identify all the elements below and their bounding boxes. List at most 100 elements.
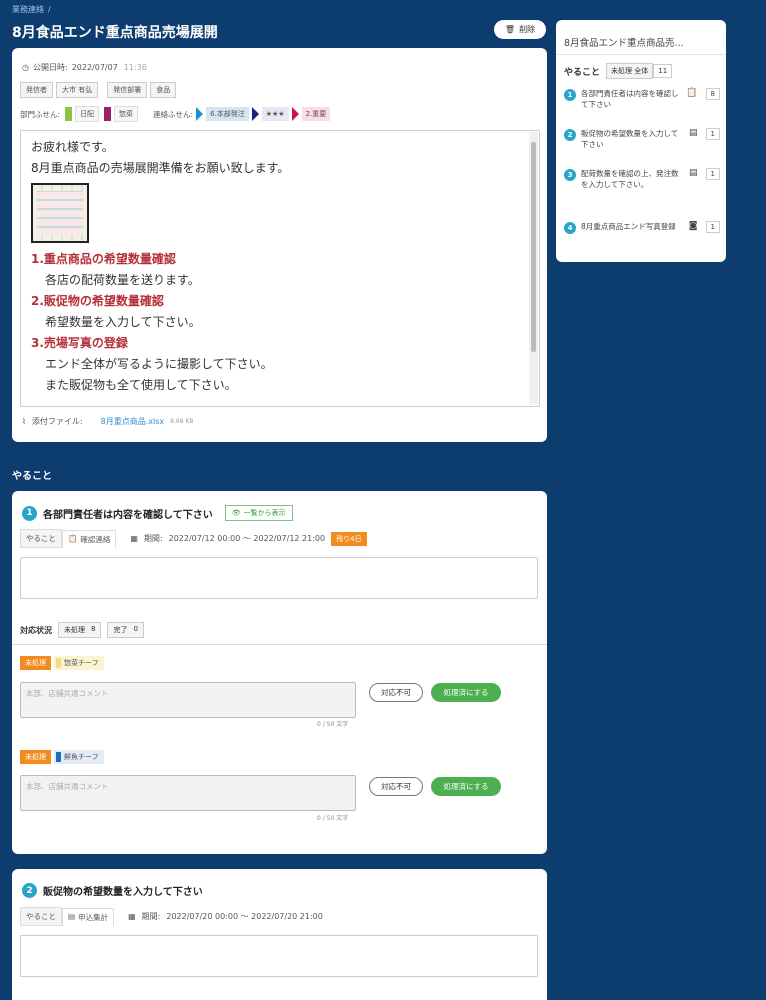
tab-confirm[interactable]: 📋 確認連絡: [62, 529, 117, 548]
task-title: 販促物の希望数量を入力して下さい: [43, 887, 203, 898]
tab-todo[interactable]: やること: [20, 907, 62, 926]
breadcrumb-link[interactable]: 業務連絡: [12, 5, 44, 14]
eye-icon: 👁: [231, 509, 241, 517]
task-number: 4: [564, 222, 576, 234]
team-name: 惣菜チーフ: [64, 659, 99, 667]
contact-fusen-tag: 6.本部発注: [206, 107, 249, 121]
team-color-swatch: [56, 658, 61, 668]
team-tag: 惣菜チーフ: [54, 656, 104, 670]
status-label: 対応状況: [20, 625, 52, 635]
section-text: また販促物も全て使用して下さい。: [45, 378, 237, 392]
sidebar-todo-header: やること 未処理 全体 11: [564, 63, 673, 79]
attachment-label: 添付ファイル:: [31, 417, 83, 426]
done-count[interactable]: 完了 0: [107, 622, 144, 638]
divider: [12, 644, 547, 645]
response-status-badge: 未処理: [20, 656, 51, 670]
publish-date: 2022/07/07: [71, 63, 118, 72]
tab-todo[interactable]: やること: [20, 529, 62, 548]
sidebar-title: 8月食品エンド重点商品売...: [564, 38, 684, 49]
divider: [556, 54, 726, 55]
task-number: 1: [564, 89, 576, 101]
breadcrumb-separator: /: [48, 5, 51, 14]
sidebar-task-count: 1: [705, 168, 720, 180]
sidebar-task-item[interactable]: 1 各部門責任者は内容を確認して下さい 📋 8: [564, 88, 720, 110]
done-number: 0: [133, 625, 138, 633]
sidebar-task-item[interactable]: 3 配荷数量を確認の上、発注数を入力して下さい。 ▤ 1: [564, 168, 720, 190]
calculator-icon: ▤: [689, 168, 698, 178]
unprocessed-label: 未処理: [64, 626, 85, 634]
task-number: 2: [22, 883, 37, 898]
response-status-badge: 未処理: [20, 750, 51, 764]
task-note-box: [20, 935, 538, 977]
task-title: 各部門責任者は内容を確認して下さい: [43, 509, 213, 521]
remaining-badge: 残り4日: [331, 531, 367, 546]
store-shelf-image[interactable]: [31, 183, 89, 243]
publish-meta: ◷ 公開日時: 2022/07/07 11:36: [22, 62, 147, 73]
sidebar-task-item[interactable]: 4 8月重点商品エンド写真登録 ◙ 1: [564, 221, 720, 234]
dept-fusen-swatch: [65, 107, 73, 121]
show-list-label: 一覧から表示: [243, 509, 286, 517]
status-summary: 対応状況 未処理 8 完了 0: [20, 622, 144, 638]
response-row-header: 未処理 惣菜チーフ: [20, 656, 104, 670]
sidebar-task-count: 8: [705, 88, 720, 100]
sidebar-task-text: 配荷数量を確認の上、発注数を入力して下さい。: [581, 169, 679, 189]
sidebar-todo-panel: 8月食品エンド重点商品売... やること 未処理 全体 11 1 各部門責任者は…: [556, 20, 726, 262]
tab-aggregate-label: 申込集計: [78, 912, 109, 922]
section-text: 希望数量を入力して下さい。: [45, 315, 201, 329]
response-row-header: 未処理 鮮魚チーフ: [20, 750, 104, 764]
announcement-card: ◷ 公開日時: 2022/07/07 11:36 発信者 大市 有弘 発信部署 …: [12, 48, 547, 442]
attachment-link[interactable]: 8月重点商品.xlsx: [101, 416, 165, 427]
delete-button-label: 削除: [519, 25, 536, 34]
contact-fusen-label: 連絡ふせん:: [153, 109, 194, 119]
sender-name-tag: 大市 有弘: [56, 82, 99, 98]
unprocessed-number: 8: [91, 625, 96, 633]
task-card: 1 各部門責任者は内容を確認して下さい 👁 一覧から表示 やること 📋 確認連絡 ▦…: [12, 491, 547, 854]
calendar-icon: ▦: [128, 912, 136, 921]
tab-aggregate[interactable]: ▤ 申込集計: [62, 907, 115, 926]
calendar-icon: ▦: [130, 534, 138, 543]
sidebar-task-count: 1: [705, 221, 720, 233]
paperclip-icon: ⌇: [22, 417, 26, 426]
period-value: 2022/07/12 00:00 〜 2022/07/12 21:00: [168, 534, 326, 543]
clock-icon: ◷: [22, 63, 29, 72]
task-header: 1 各部門責任者は内容を確認して下さい 👁 一覧から表示: [22, 505, 293, 521]
not-possible-button[interactable]: 対応不可: [369, 683, 423, 702]
sidebar-task-item[interactable]: 2 販促物の希望数量を入力して下さい ▤ 1: [564, 128, 720, 150]
dept-fusen-label: 部門ふせん:: [20, 109, 61, 119]
dept-fusen-tag: 日配: [75, 106, 100, 122]
publish-time: 11:36: [123, 63, 147, 72]
unprocessed-count[interactable]: 未処理 8: [58, 622, 102, 638]
mark-done-button[interactable]: 処理済にする: [431, 777, 501, 796]
section-heading: 3.売場写真の登録: [31, 336, 128, 350]
period-value: 2022/07/20 00:00 〜 2022/07/20 21:00: [166, 912, 323, 921]
calculator-icon: ▤: [689, 128, 698, 138]
comment-input[interactable]: 本部、店舗共通コメント: [20, 682, 356, 718]
section-text: エンド全体が写るように撮影して下さい。: [45, 357, 273, 371]
greeting-text: お疲れ様です。: [31, 140, 114, 154]
show-list-button[interactable]: 👁 一覧から表示: [224, 505, 293, 521]
task-subheader: やること ▤ 申込集計 ▦ 期間: 2022/07/20 00:00 〜 2022…: [20, 907, 323, 926]
task-note-box: [20, 557, 538, 599]
comment-input[interactable]: 本部、店舗共通コメント: [20, 775, 356, 811]
sidebar-count: 11: [653, 64, 673, 78]
sidebar-status-filter[interactable]: 未処理 全体: [606, 63, 654, 79]
message-body[interactable]: お疲れ様です。 8月重点商品の売場展開準備をお願い致します。 1.重点商品の希望…: [20, 130, 540, 407]
team-name: 鮮魚チーフ: [64, 753, 99, 761]
task-number: 1: [22, 505, 37, 521]
task-number: 2: [564, 129, 576, 141]
todo-section-title: やること: [12, 471, 52, 482]
clipboard-icon: 📋: [68, 533, 78, 543]
mark-done-button[interactable]: 処理済にする: [431, 683, 501, 702]
camera-icon: ◙: [688, 221, 698, 231]
body-scrollbar[interactable]: [529, 132, 538, 405]
period-label: 期間:: [141, 912, 161, 921]
not-possible-button[interactable]: 対応不可: [369, 777, 423, 796]
delete-button[interactable]: 🗑 削除: [494, 20, 546, 39]
attachment-size: 8.68 KB: [170, 418, 194, 425]
char-counter: 0 / 50 文字: [317, 815, 349, 822]
scrollbar-thumb[interactable]: [531, 142, 536, 352]
trash-icon: 🗑: [504, 25, 516, 34]
dept-fusen-swatch: [104, 107, 112, 121]
section-text: 各店の配荷数量を送ります。: [45, 273, 200, 287]
sidebar-task-text: 各部門責任者は内容を確認して下さい: [581, 89, 679, 109]
